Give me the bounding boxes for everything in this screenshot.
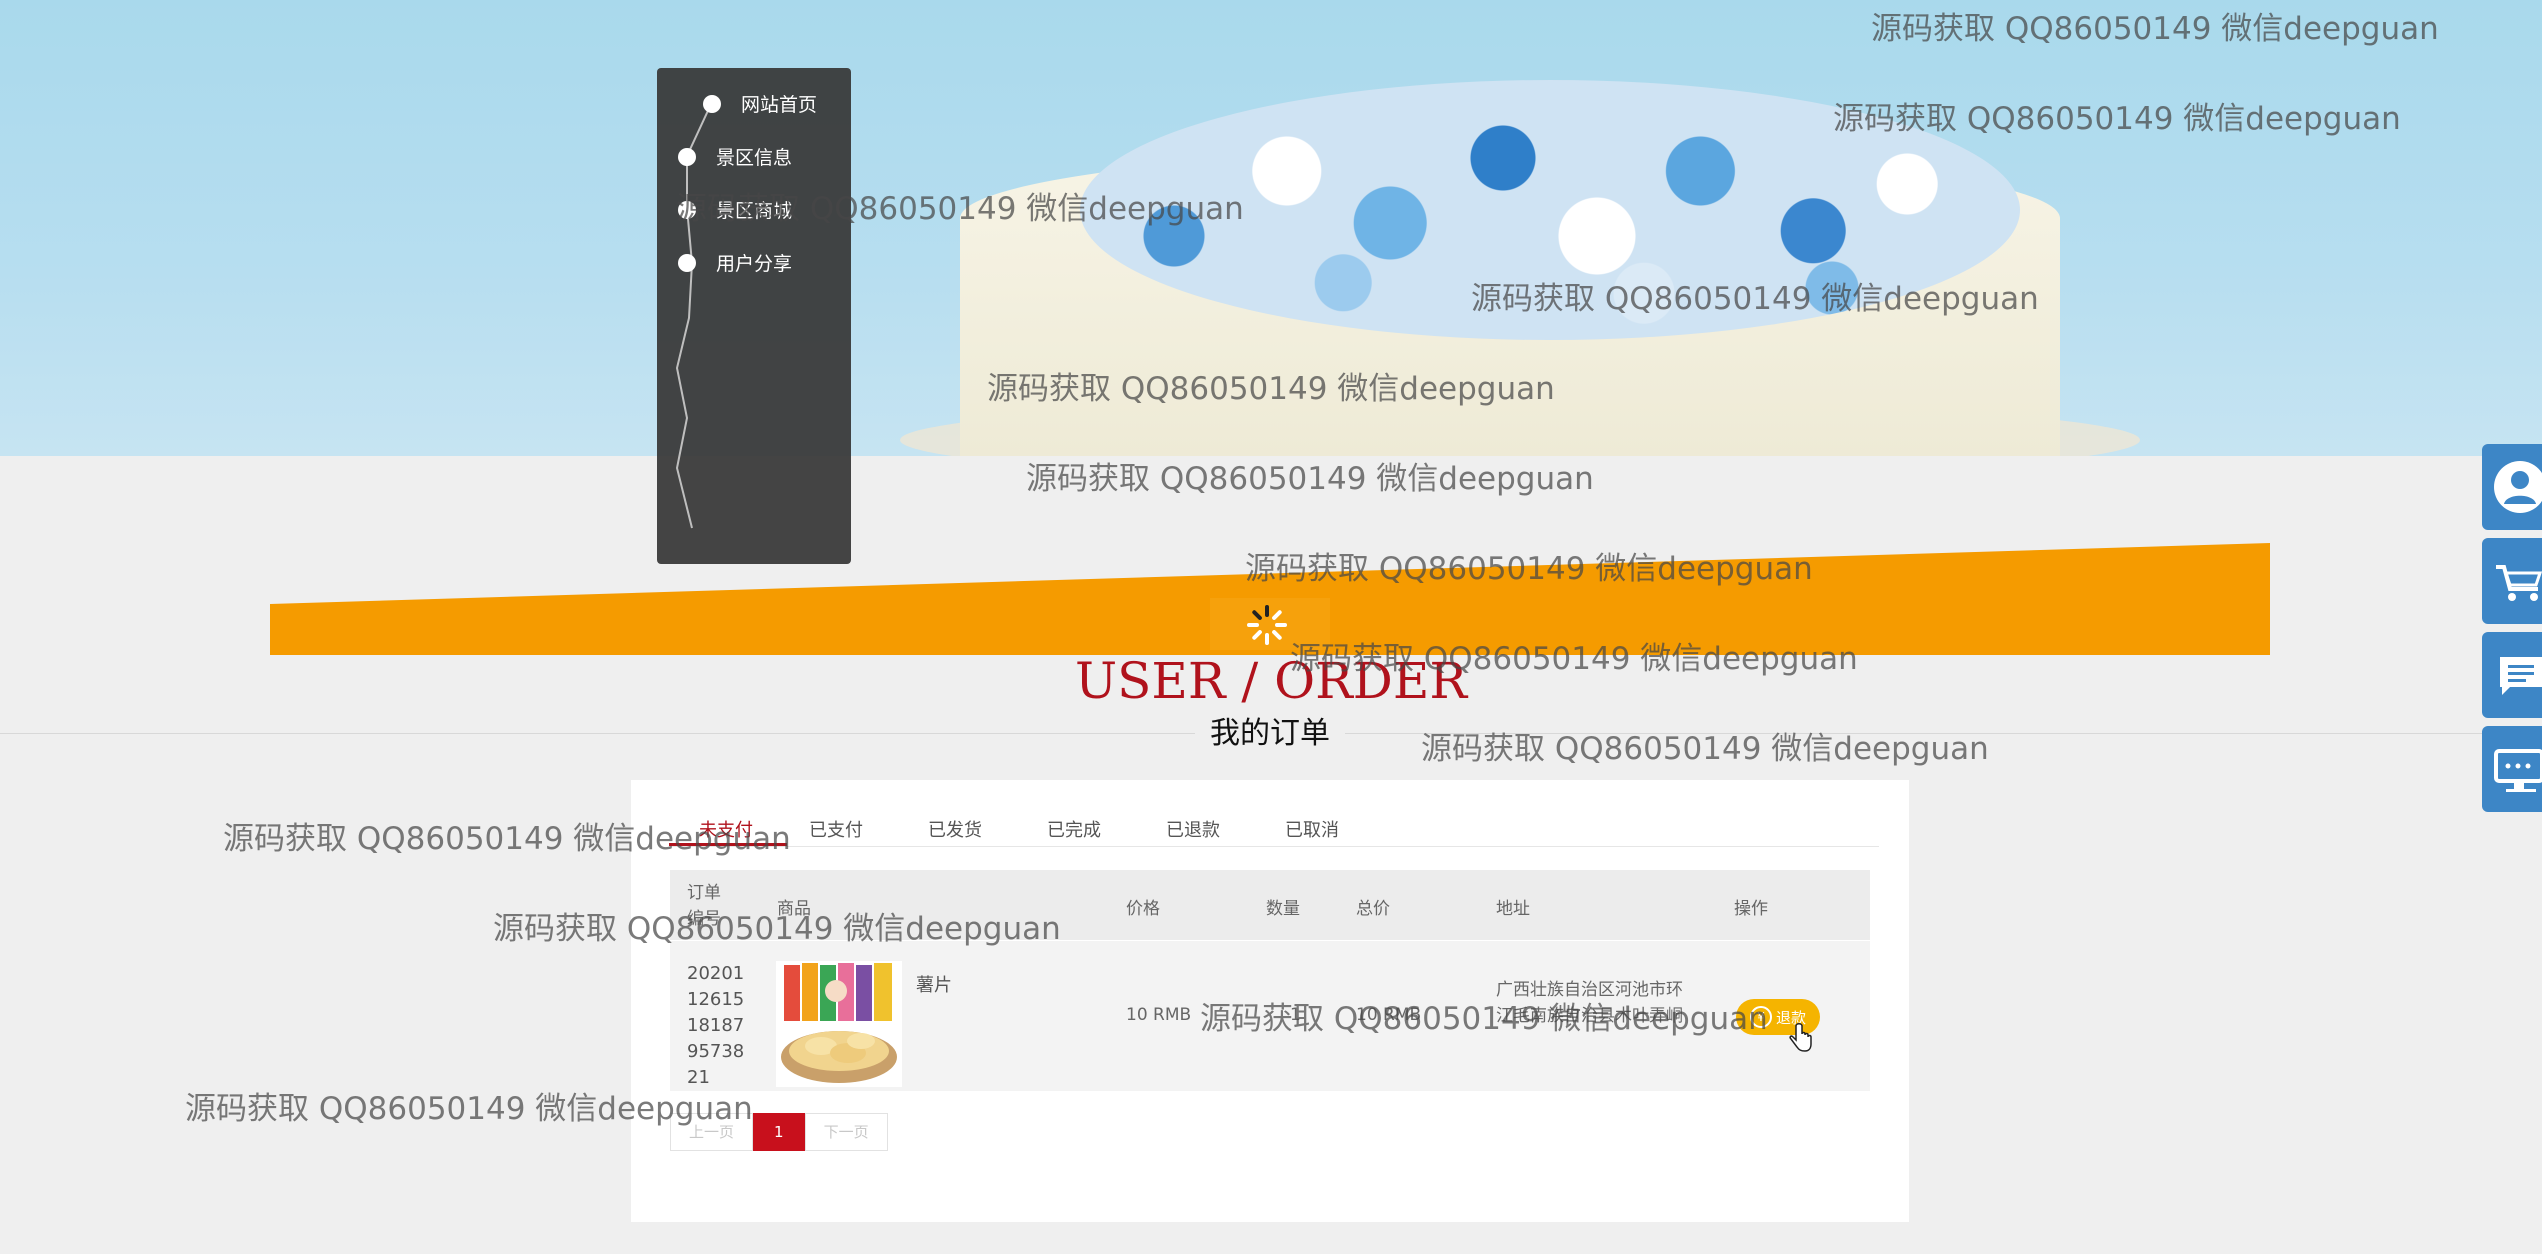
table-row: 2020112615181879573821 薯片 10 RMB 1 10 RM… — [670, 941, 1870, 1091]
order-number: 2020112615181879573821 — [687, 963, 745, 1088]
message-button[interactable] — [2482, 632, 2542, 718]
next-page-button[interactable]: 下一页 — [804, 1113, 888, 1151]
header-address: 地址 — [1496, 899, 1530, 919]
monitor-icon — [2494, 749, 2542, 792]
product-quantity: 1 — [1290, 1005, 1301, 1025]
nav-item-label: 景区商城 — [716, 200, 793, 222]
product-name[interactable]: 薯片 — [916, 971, 952, 997]
order-status-tabs: 未支付 已支付 已发货 已完成 已退款 已取消 — [669, 802, 1879, 847]
tab-shipped[interactable]: 已发货 — [928, 816, 982, 842]
nav-dot-icon — [678, 253, 696, 272]
header-action: 操作 — [1734, 899, 1768, 919]
header-order-no: 订单编号 — [687, 883, 721, 929]
tab-paid[interactable]: 已支付 — [809, 816, 863, 842]
side-navigation: 网站首页 景区信息 景区商城 用户分享 — [657, 68, 851, 564]
page-title-english: USER / ORDER — [1074, 652, 1468, 710]
nav-item-label: 用户分享 — [716, 253, 793, 275]
page-title-chinese: 我的订单 — [1195, 712, 1345, 756]
user-icon — [2494, 461, 2542, 513]
nav-item-label: 网站首页 — [741, 94, 818, 116]
page-number-button[interactable]: 1 — [753, 1113, 805, 1151]
tab-refunded[interactable]: 已退款 — [1166, 816, 1220, 842]
tab-completed[interactable]: 已完成 — [1047, 816, 1101, 842]
product-thumbnail[interactable] — [776, 961, 902, 1087]
header-quantity: 数量 — [1266, 899, 1300, 919]
watermark-text: 源码获取 QQ86050149 微信deepguan — [1421, 731, 1989, 767]
loading-spinner-icon — [1247, 605, 1287, 645]
nav-item-label: 景区信息 — [716, 147, 793, 169]
user-center-button[interactable] — [2482, 444, 2542, 530]
nav-item-user-share[interactable]: 用户分享 — [678, 249, 792, 276]
nav-dot-icon — [678, 200, 696, 219]
delivery-address: 广西壮族自治区河池市环江毛南族自治县木叶弄峒 — [1496, 980, 1683, 1026]
cart-button[interactable] — [2482, 538, 2542, 624]
product-price: 10 RMB — [1126, 1005, 1192, 1025]
active-tab-indicator — [669, 843, 787, 846]
table-header: 订单编号 商品 价格 数量 总价 地址 操作 — [670, 870, 1870, 940]
message-icon — [2500, 657, 2542, 695]
pagination: 上一页 1 下一页 — [670, 1113, 888, 1151]
display-button[interactable] — [2482, 726, 2542, 812]
tab-unpaid[interactable]: 未支付 — [699, 816, 753, 842]
header-total: 总价 — [1356, 899, 1390, 919]
right-float-toolbar — [2482, 444, 2542, 820]
cart-icon — [2496, 565, 2542, 601]
nav-item-scenic-info[interactable]: 景区信息 — [678, 143, 792, 170]
nav-item-home[interactable]: 网站首页 — [703, 90, 817, 117]
prev-page-button[interactable]: 上一页 — [670, 1113, 754, 1151]
order-panel: 未支付 已支付 已发货 已完成 已退款 已取消 订单编号 商品 价格 数量 总价… — [631, 780, 1909, 1222]
orange-band — [270, 543, 2270, 655]
hand-cursor-icon — [1789, 1023, 1812, 1052]
nav-dot-icon — [703, 94, 721, 113]
nav-dot-icon — [678, 147, 696, 166]
yen-icon: ¥ — [1749, 1006, 1772, 1028]
tab-cancelled[interactable]: 已取消 — [1285, 816, 1339, 842]
header-price: 价格 — [1126, 899, 1160, 919]
nav-item-mall[interactable]: 景区商城 — [678, 196, 792, 223]
order-total: 10 RMB — [1356, 1005, 1422, 1025]
header-product: 商品 — [777, 899, 811, 919]
